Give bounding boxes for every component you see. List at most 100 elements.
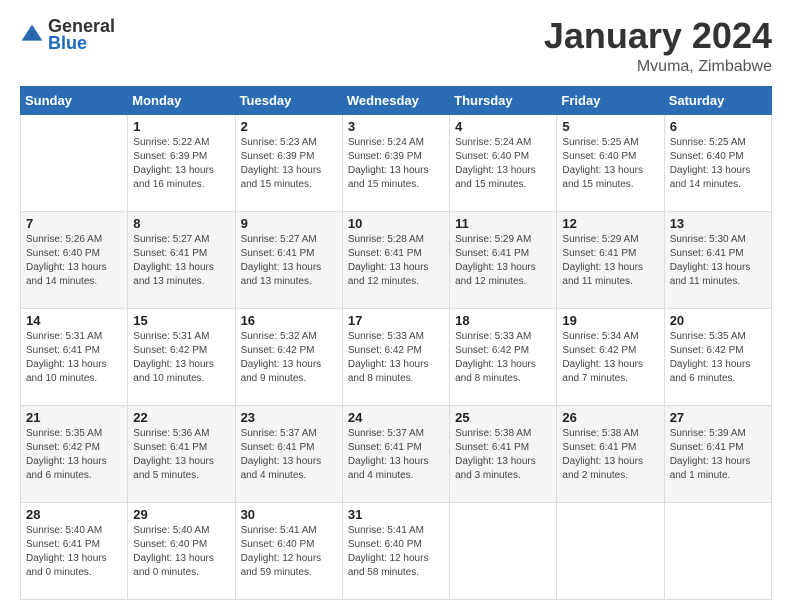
day-number: 1 bbox=[133, 119, 229, 134]
logo-icon bbox=[20, 23, 44, 47]
day-number: 22 bbox=[133, 410, 229, 425]
calendar-cell: 21Sunrise: 5:35 AMSunset: 6:42 PMDayligh… bbox=[21, 405, 128, 502]
sunrise-text: Sunrise: 5:41 AM bbox=[241, 525, 317, 536]
day-detail: Sunrise: 5:38 AMSunset: 6:41 PMDaylight:… bbox=[455, 427, 551, 483]
sunset-text: Sunset: 6:42 PM bbox=[348, 345, 422, 356]
sunrise-text: Sunrise: 5:35 AM bbox=[670, 331, 746, 342]
daylight-text: Daylight: 13 hours bbox=[241, 165, 322, 176]
sunrise-text: Sunrise: 5:35 AM bbox=[26, 428, 102, 439]
day-number: 2 bbox=[241, 119, 337, 134]
daylight-text: Daylight: 13 hours bbox=[348, 165, 429, 176]
sunrise-text: Sunrise: 5:38 AM bbox=[455, 428, 531, 439]
calendar-cell: 16Sunrise: 5:32 AMSunset: 6:42 PMDayligh… bbox=[235, 308, 342, 405]
sunrise-text: Sunrise: 5:23 AM bbox=[241, 137, 317, 148]
sunrise-text: Sunrise: 5:33 AM bbox=[455, 331, 531, 342]
calendar-cell: 7Sunrise: 5:26 AMSunset: 6:40 PMDaylight… bbox=[21, 211, 128, 308]
sunset-text: Sunset: 6:39 PM bbox=[133, 151, 207, 162]
day-detail: Sunrise: 5:41 AMSunset: 6:40 PMDaylight:… bbox=[241, 524, 337, 580]
sunrise-text: Sunrise: 5:34 AM bbox=[562, 331, 638, 342]
sunset-text: Sunset: 6:41 PM bbox=[562, 442, 636, 453]
sunset-text: Sunset: 6:41 PM bbox=[133, 248, 207, 259]
calendar-cell: 26Sunrise: 5:38 AMSunset: 6:41 PMDayligh… bbox=[557, 405, 664, 502]
day-number: 23 bbox=[241, 410, 337, 425]
header: General Blue January 2024 Mvuma, Zimbabw… bbox=[20, 16, 772, 76]
calendar-cell: 14Sunrise: 5:31 AMSunset: 6:41 PMDayligh… bbox=[21, 308, 128, 405]
day-detail: Sunrise: 5:33 AM Sunset: 6:42 PM Daylight:… bbox=[455, 330, 551, 386]
daylight-text: Daylight: 13 hours bbox=[26, 359, 107, 370]
sunrise-text: Sunrise: 5:38 AM bbox=[562, 428, 638, 439]
calendar-cell: 29Sunrise: 5:40 AMSunset: 6:40 PMDayligh… bbox=[128, 502, 235, 599]
daylight-text-cont: and 12 minutes. bbox=[455, 276, 526, 287]
daylight-text-cont: and 0 minutes. bbox=[133, 567, 199, 578]
daylight-text: Daylight: 13 hours bbox=[133, 165, 214, 176]
day-detail: Sunrise: 5:23 AM Sunset: 6:39 PM Daylight:… bbox=[241, 136, 337, 192]
sunset-text: Sunset: 6:40 PM bbox=[133, 539, 207, 550]
calendar-cell: 8Sunrise: 5:27 AMSunset: 6:41 PMDaylight… bbox=[128, 211, 235, 308]
calendar-cell: 9Sunrise: 5:27 AMSunset: 6:41 PMDaylight… bbox=[235, 211, 342, 308]
daylight-text: Daylight: 13 hours bbox=[241, 359, 322, 370]
day-detail: Sunrise: 5:35 AMSunset: 6:42 PMDaylight:… bbox=[670, 330, 766, 386]
day-detail: Sunrise: 5:31 AMSunset: 6:41 PMDaylight:… bbox=[26, 330, 122, 386]
sunrise-text: Sunrise: 5:41 AM bbox=[348, 525, 424, 536]
calendar-week-row: 7Sunrise: 5:26 AMSunset: 6:40 PMDaylight… bbox=[21, 211, 772, 308]
day-number: 19 bbox=[562, 313, 658, 328]
sunset-text: Sunset: 6:41 PM bbox=[348, 248, 422, 259]
calendar-cell: 12Sunrise: 5:29 AMSunset: 6:41 PMDayligh… bbox=[557, 211, 664, 308]
calendar-cell: 17Sunrise: 5:33 AMSunset: 6:42 PMDayligh… bbox=[342, 308, 449, 405]
daylight-text: Daylight: 13 hours bbox=[133, 262, 214, 273]
daylight-text: Daylight: 13 hours bbox=[26, 553, 107, 564]
day-detail: Sunrise: 5:26 AMSunset: 6:40 PMDaylight:… bbox=[26, 233, 122, 289]
page: General Blue January 2024 Mvuma, Zimbabw… bbox=[0, 0, 792, 612]
day-of-week-header: Sunday bbox=[21, 86, 128, 114]
calendar-table: SundayMondayTuesdayWednesdayThursdayFrid… bbox=[20, 86, 772, 600]
day-of-week-header: Thursday bbox=[450, 86, 557, 114]
sunset-text: Sunset: 6:39 PM bbox=[241, 151, 315, 162]
calendar-cell: 2 Sunrise: 5:23 AM Sunset: 6:39 PM Daylight… bbox=[235, 114, 342, 211]
sunset-text: Sunset: 6:40 PM bbox=[241, 539, 315, 550]
daylight-text-cont: and 13 minutes. bbox=[133, 276, 204, 287]
calendar-cell: 5Sunrise: 5:25 AMSunset: 6:40 PMDaylight… bbox=[557, 114, 664, 211]
day-number: 16 bbox=[241, 313, 337, 328]
calendar-week-row: 28Sunrise: 5:40 AMSunset: 6:41 PMDayligh… bbox=[21, 502, 772, 599]
subtitle: Mvuma, Zimbabwe bbox=[544, 58, 772, 76]
daylight-text-cont: and 11 minutes. bbox=[562, 276, 632, 287]
day-number: 10 bbox=[348, 216, 444, 231]
daylight-text-cont: and 0 minutes. bbox=[26, 567, 92, 578]
sunrise-text: Sunrise: 5:40 AM bbox=[133, 525, 209, 536]
day-detail: Sunrise: 5:28 AMSunset: 6:41 PMDaylight:… bbox=[348, 233, 444, 289]
calendar-cell: 31Sunrise: 5:41 AMSunset: 6:40 PMDayligh… bbox=[342, 502, 449, 599]
sunset-text: Sunset: 6:39 PM bbox=[348, 151, 422, 162]
day-of-week-header: Tuesday bbox=[235, 86, 342, 114]
sunset-text: Sunset: 6:40 PM bbox=[455, 151, 529, 162]
day-detail: Sunrise: 5:40 AMSunset: 6:40 PMDaylight:… bbox=[133, 524, 229, 580]
logo-blue: Blue bbox=[48, 33, 115, 54]
daylight-text: Daylight: 13 hours bbox=[348, 456, 429, 467]
day-number: 12 bbox=[562, 216, 658, 231]
calendar-cell: 20 Sunrise: 5:35 AMSunset: 6:42 PMDayligh… bbox=[664, 308, 771, 405]
daylight-text-cont: and 15 minutes. bbox=[348, 179, 419, 190]
day-number: 20 bbox=[670, 313, 766, 328]
calendar-cell: 19Sunrise: 5:34 AMSunset: 6:42 PMDayligh… bbox=[557, 308, 664, 405]
day-detail: Sunrise: 5:30 AMSunset: 6:41 PMDaylight:… bbox=[670, 233, 766, 289]
calendar-week-row: 14Sunrise: 5:31 AMSunset: 6:41 PMDayligh… bbox=[21, 308, 772, 405]
sunrise-text: Sunrise: 5:27 AM bbox=[133, 234, 209, 245]
day-number: 15 bbox=[133, 313, 229, 328]
sunrise-text: Sunrise: 5:27 AM bbox=[241, 234, 317, 245]
sunset-text: Sunset: 6:41 PM bbox=[26, 539, 100, 550]
daylight-text: Daylight: 13 hours bbox=[455, 359, 536, 370]
calendar-cell: 10 Sunrise: 5:28 AMSunset: 6:41 PMDayligh… bbox=[342, 211, 449, 308]
daylight-text-cont: and 4 minutes. bbox=[241, 470, 307, 481]
sunset-text: Sunset: 6:40 PM bbox=[348, 539, 422, 550]
sunset-text: Sunset: 6:41 PM bbox=[562, 248, 636, 259]
day-number: 31 bbox=[348, 507, 444, 522]
daylight-text-cont: and 58 minutes. bbox=[348, 567, 419, 578]
sunset-text: Sunset: 6:42 PM bbox=[455, 345, 529, 356]
day-number: 11 bbox=[455, 216, 551, 231]
daylight-text: Daylight: 13 hours bbox=[670, 359, 751, 370]
daylight-text: Daylight: 13 hours bbox=[670, 262, 751, 273]
sunrise-text: Sunrise: 5:37 AM bbox=[241, 428, 317, 439]
sunset-text: Sunset: 6:42 PM bbox=[133, 345, 207, 356]
calendar-cell: 1Sunrise: 5:22 AMSunset: 6:39 PMDaylight… bbox=[128, 114, 235, 211]
day-detail: Sunrise: 5:25 AMSunset: 6:40 PMDaylight:… bbox=[670, 136, 766, 192]
sunset-text: Sunset: 6:41 PM bbox=[455, 442, 529, 453]
